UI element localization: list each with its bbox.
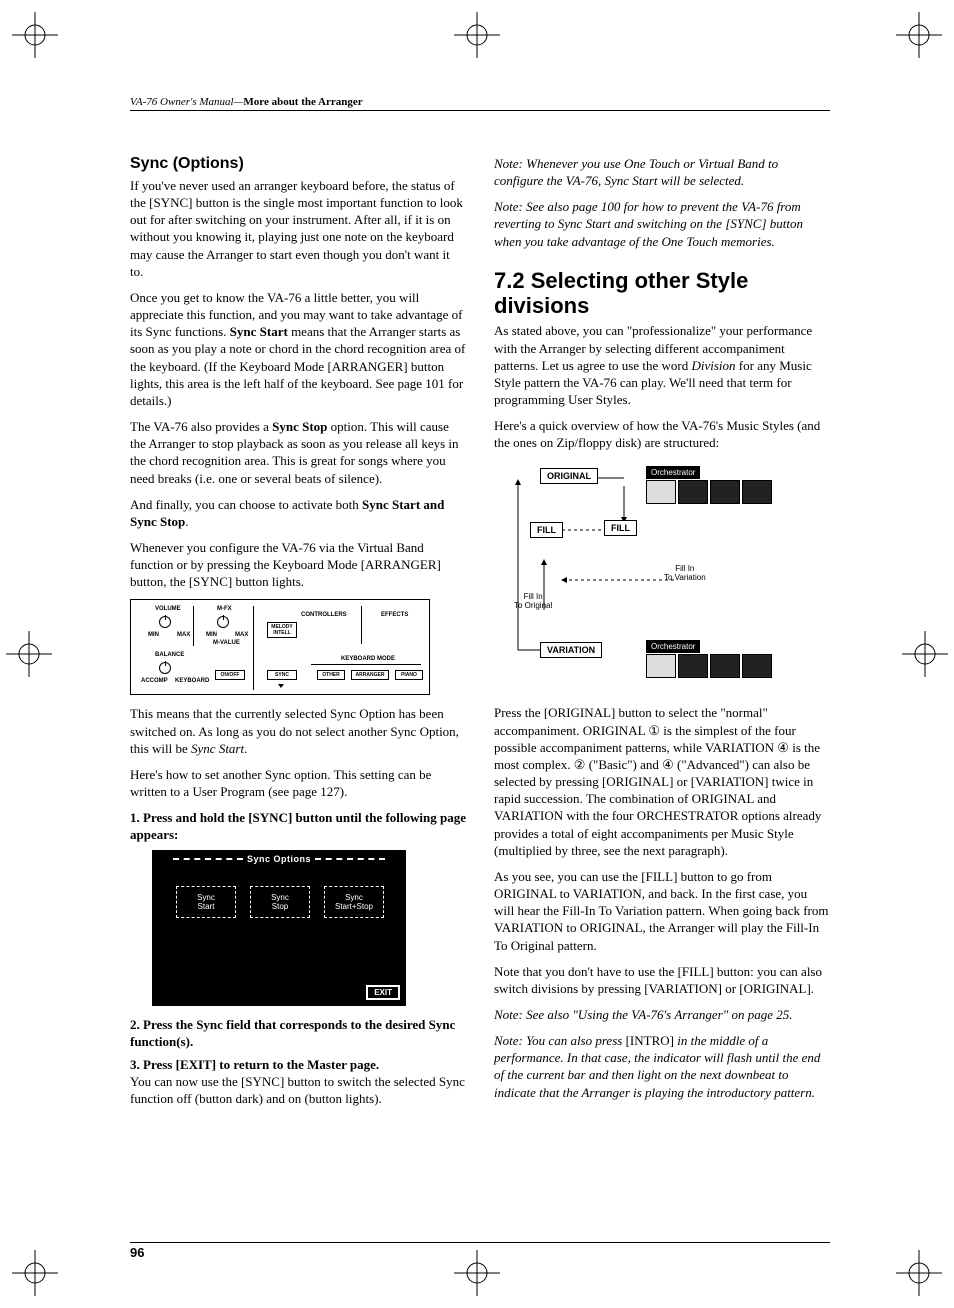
crop-mark-icon: [6, 631, 52, 677]
panel-button: SYNC: [267, 670, 297, 680]
body-text: Here's how to set another Sync option. T…: [130, 766, 466, 800]
body-text: As you see, you can use the [FILL] butto…: [494, 868, 830, 954]
page-content: VA-76 Owner's Manual—More about the Arra…: [130, 96, 830, 1113]
panel-button: ON/OFF: [215, 670, 245, 680]
note-text: Note: See also "Using the VA-76's Arrang…: [494, 1006, 830, 1023]
flow-orchestrator-label: Orchestrator: [646, 466, 700, 479]
flow-box-fill: FILL: [604, 520, 637, 536]
body-text: If you've never used an arranger keyboar…: [130, 177, 466, 280]
lcd-screen-figure: Sync Options SyncStart SyncStop SyncStar…: [152, 850, 406, 1006]
heading-sync-options: Sync (Options): [130, 155, 466, 173]
right-column: Note: Whenever you use One Touch or Virt…: [494, 155, 830, 1113]
panel-label: KEYBOARD MODE: [341, 656, 395, 662]
crop-mark-icon: [12, 1250, 58, 1296]
knob-icon: [159, 616, 171, 628]
control-panel-figure: VOLUME M-FX CONTROLLERS EFFECTS MELODY I…: [130, 599, 430, 695]
body-text: Once you get to know the VA-76 a little …: [130, 289, 466, 409]
panel-label: CONTROLLERS: [301, 612, 347, 618]
style-structure-figure: ORIGINAL Orchestrator FILL FILL Fill In …: [494, 460, 830, 690]
body-text: Here's a quick overview of how the VA-76…: [494, 417, 830, 451]
note-text: Note: See also page 100 for how to preve…: [494, 198, 830, 249]
running-header: VA-76 Owner's Manual—More about the Arra…: [130, 96, 830, 111]
body-text: Whenever you configure the VA-76 via the…: [130, 539, 466, 590]
step-1: 1. Press and hold the [SYNC] button unti…: [130, 809, 466, 843]
panel-label: MAX: [235, 632, 248, 638]
body-text: Press the [ORIGINAL] button to select th…: [494, 704, 830, 858]
heading-7-2: 7.2 Selecting other Style divisions: [494, 268, 830, 319]
flow-orchestrator-label: Orchestrator: [646, 640, 700, 653]
body-text: This means that the currently selected S…: [130, 705, 466, 756]
lcd-option: SyncStop: [250, 886, 310, 918]
panel-label: KEYBOARD: [175, 678, 209, 684]
knob-icon: [217, 616, 229, 628]
arrow-down-icon: [278, 684, 284, 688]
lcd-exit-button: EXIT: [366, 985, 400, 1000]
page-number: 96: [130, 1242, 830, 1260]
orchestrator-tiles: [646, 480, 772, 504]
knob-icon: [159, 662, 171, 674]
panel-button: OTHER: [317, 670, 345, 680]
panel-label: M-FX: [217, 606, 232, 612]
manual-title: VA-76 Owner's Manual—: [130, 96, 243, 108]
note-text: Note: You can also press [INTRO] in the …: [494, 1032, 830, 1101]
step-2: 2. Press the Sync field that corresponds…: [130, 1016, 466, 1050]
panel-label: MAX: [177, 632, 190, 638]
panel-button: PIANO: [395, 670, 423, 680]
panel-label: ACCOMP: [141, 678, 168, 684]
flow-box-fill: FILL: [530, 522, 563, 538]
flow-label-fillin-original: Fill In To Original: [514, 592, 552, 610]
crop-mark-icon: [12, 12, 58, 58]
lcd-option: SyncStart: [176, 886, 236, 918]
panel-button: ARRANGER: [351, 670, 389, 680]
panel-label: M-VALUE: [213, 640, 240, 646]
section-title: More about the Arranger: [243, 96, 362, 108]
body-text: Note that you don't have to use the [FIL…: [494, 963, 830, 997]
body-text: As stated above, you can "professionaliz…: [494, 322, 830, 408]
body-text: And finally, you can choose to activate …: [130, 496, 466, 530]
panel-label: EFFECTS: [381, 612, 408, 618]
panel-button: MELODY INTELL: [267, 622, 297, 638]
step-3: 3. Press [EXIT] to return to the Master …: [130, 1056, 466, 1107]
crop-mark-icon: [896, 1250, 942, 1296]
panel-label: BALANCE: [155, 652, 184, 658]
body-text: The VA-76 also provides a Sync Stop opti…: [130, 418, 466, 487]
panel-label: VOLUME: [155, 606, 181, 612]
left-column: Sync (Options) If you've never used an a…: [130, 155, 466, 1113]
crop-mark-icon: [454, 12, 500, 58]
flow-box-variation: VARIATION: [540, 642, 602, 658]
crop-mark-icon: [902, 631, 948, 677]
panel-label: MIN: [206, 632, 217, 638]
lcd-title: Sync Options: [152, 854, 406, 864]
lcd-option: SyncStart+Stop: [324, 886, 384, 918]
orchestrator-tiles: [646, 654, 772, 678]
note-text: Note: Whenever you use One Touch or Virt…: [494, 155, 830, 189]
panel-label: MIN: [148, 632, 159, 638]
flow-box-original: ORIGINAL: [540, 468, 598, 484]
flow-label-fillin-variation: Fill In To Variation: [664, 564, 706, 582]
crop-mark-icon: [896, 12, 942, 58]
